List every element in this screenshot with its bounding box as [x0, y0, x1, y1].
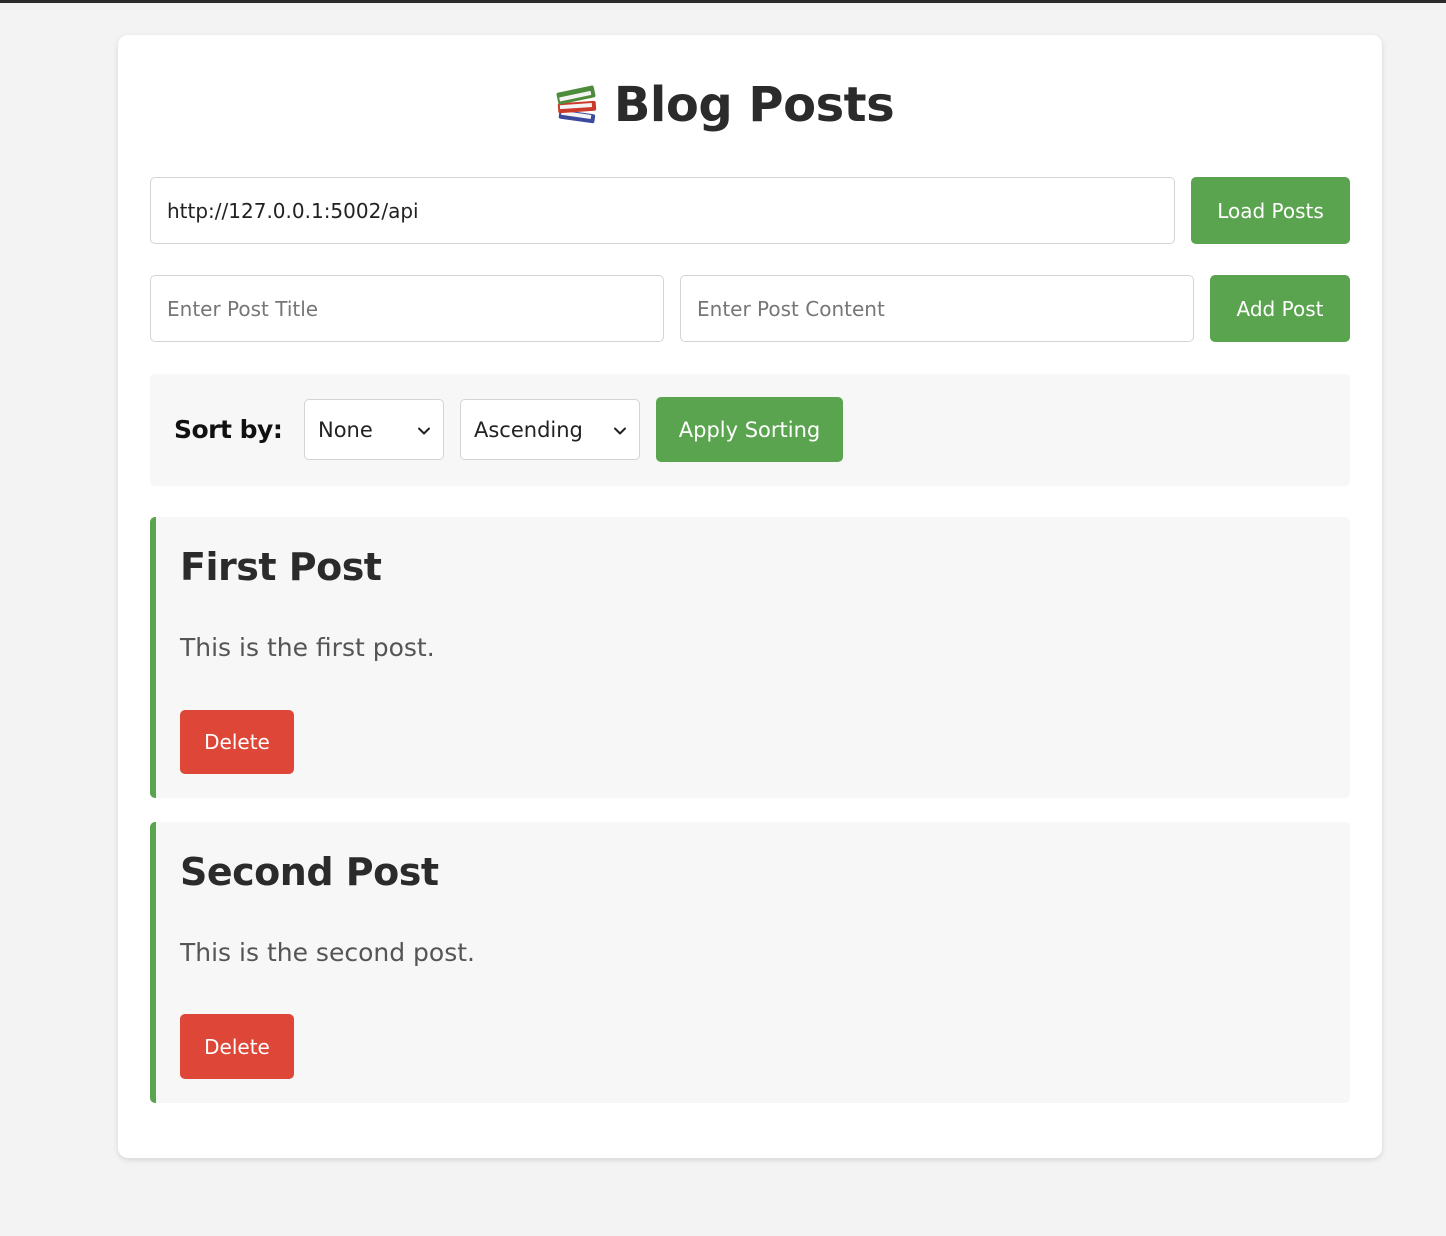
post-card: Second Post This is the second post. Del…: [150, 822, 1350, 1103]
apply-sorting-button[interactable]: Apply Sorting: [656, 397, 843, 462]
api-url-input[interactable]: [150, 177, 1175, 244]
delete-post-button[interactable]: Delete: [180, 1014, 294, 1079]
page-title: Blog Posts: [0, 70, 1446, 140]
post-content: This is the second post.: [180, 938, 475, 967]
sort-direction-select[interactable]: Ascending: [460, 399, 640, 460]
sort-direction-value: Ascending: [474, 417, 583, 442]
sort-field-select[interactable]: None: [304, 399, 444, 460]
load-posts-button[interactable]: Load Posts: [1191, 177, 1350, 244]
page-title-text: Blog Posts: [613, 77, 895, 133]
add-post-button[interactable]: Add Post: [1210, 275, 1350, 342]
post-title-input[interactable]: [150, 275, 664, 342]
chevron-down-icon: [611, 421, 629, 439]
post-card: First Post This is the first post. Delet…: [150, 517, 1350, 798]
sort-by-label: Sort by:: [174, 415, 283, 444]
post-content-input[interactable]: [680, 275, 1194, 342]
post-content: This is the first post.: [180, 633, 435, 662]
delete-post-button[interactable]: Delete: [180, 710, 294, 774]
chevron-down-icon: [415, 421, 433, 439]
sort-field-value: None: [318, 417, 373, 442]
post-title: First Post: [180, 545, 382, 589]
window-top-border: [0, 0, 1446, 3]
post-title: Second Post: [180, 850, 439, 894]
books-icon: [552, 80, 602, 130]
